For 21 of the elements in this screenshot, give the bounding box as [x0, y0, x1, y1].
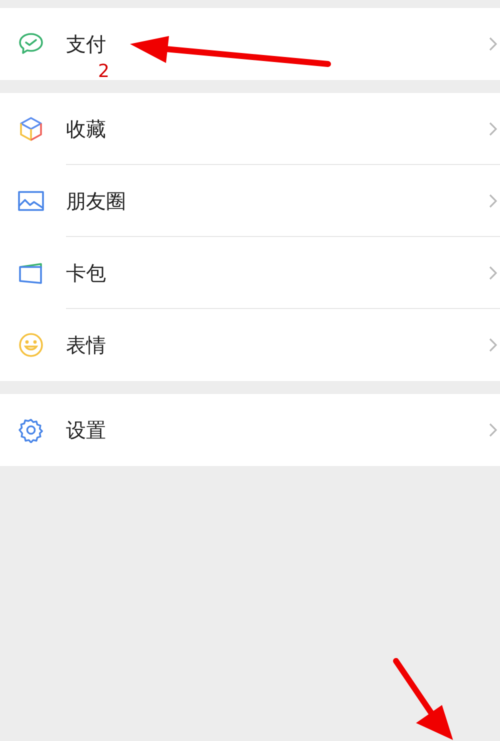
- arrow-annotation-icon: [128, 34, 334, 70]
- menu-item-label: 表情: [66, 332, 106, 359]
- settings-icon: [18, 417, 44, 443]
- menu-item-label: 收藏: [66, 116, 106, 143]
- step-number: 2: [98, 63, 110, 81]
- menu-item-label: 设置: [66, 417, 106, 444]
- menu-item-label: 卡包: [66, 260, 106, 287]
- chevron-right-icon: [489, 266, 497, 280]
- menu-item-label: 朋友圈: [66, 188, 126, 215]
- chevron-right-icon: [489, 122, 497, 136]
- menu-item-label: 支付: [66, 31, 106, 58]
- image-icon: [17, 190, 45, 212]
- chevron-right-icon: [489, 338, 497, 352]
- arrow-annotation-icon: [390, 655, 456, 741]
- cube-icon: [18, 116, 44, 142]
- chevron-right-icon: [489, 194, 497, 208]
- chat-check-icon: [18, 32, 44, 56]
- chevron-right-icon: [489, 37, 497, 51]
- wallet-icon: [17, 261, 45, 285]
- chevron-right-icon: [489, 423, 497, 437]
- smiley-icon: [18, 332, 44, 358]
